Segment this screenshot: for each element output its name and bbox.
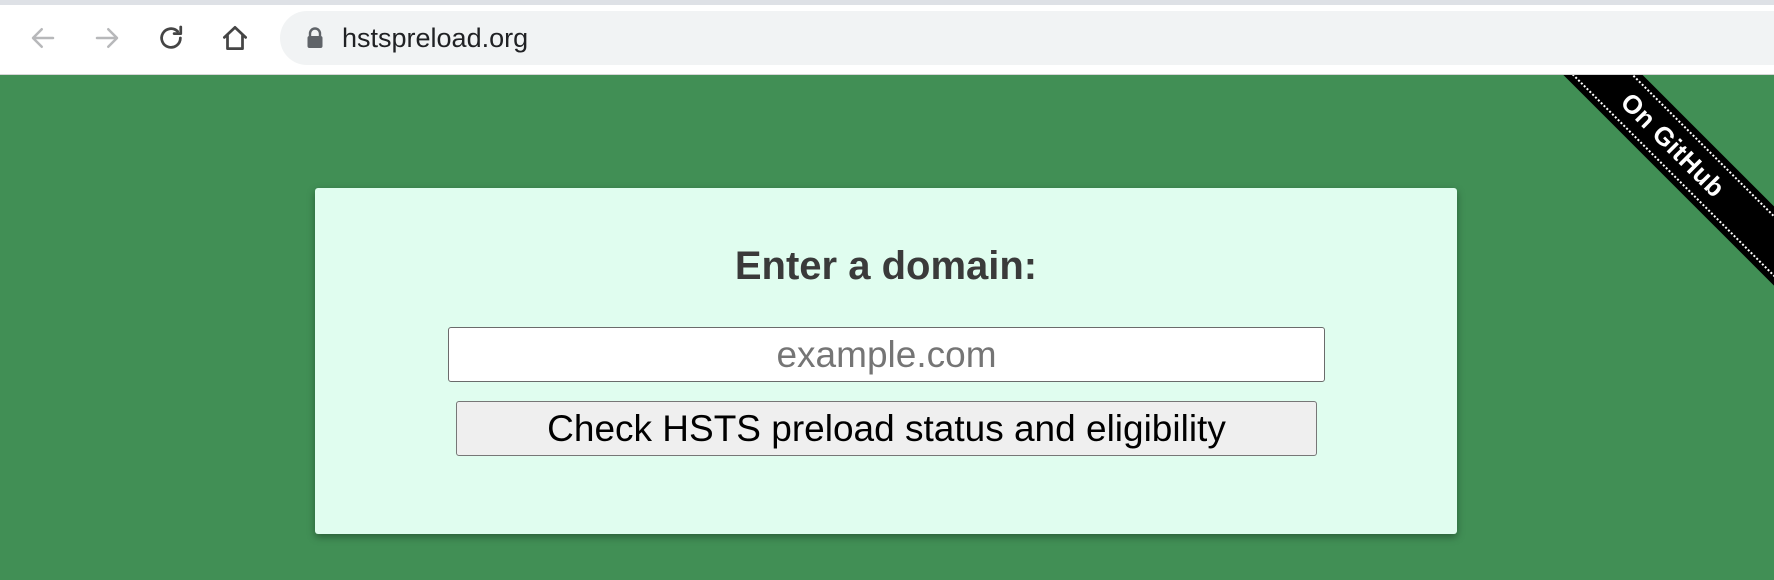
lock-icon[interactable] bbox=[306, 27, 324, 49]
reload-icon bbox=[160, 25, 183, 49]
tab-strip-edge bbox=[0, 0, 1774, 5]
address-bar[interactable]: hstspreload.org bbox=[280, 11, 1774, 65]
back-button[interactable] bbox=[23, 18, 63, 58]
github-ribbon[interactable]: On GitHub bbox=[1506, 75, 1774, 312]
reload-button[interactable] bbox=[151, 18, 191, 58]
home-icon bbox=[223, 26, 247, 50]
form-heading: Enter a domain: bbox=[734, 244, 1038, 288]
page-background: Enter a domain: Check HSTS preload statu… bbox=[0, 75, 1774, 580]
browser-toolbar: hstspreload.org bbox=[0, 0, 1774, 75]
domain-input[interactable] bbox=[448, 327, 1325, 382]
ribbon-label: On GitHub bbox=[1615, 86, 1732, 203]
forward-button[interactable] bbox=[87, 18, 127, 58]
home-button[interactable] bbox=[215, 18, 255, 58]
arrow-right-icon bbox=[95, 28, 119, 48]
arrow-left-icon bbox=[31, 28, 55, 48]
domain-form-card: Enter a domain: Check HSTS preload statu… bbox=[315, 188, 1457, 534]
url-text[interactable]: hstspreload.org bbox=[342, 23, 528, 54]
ribbon-border: On GitHub bbox=[1510, 75, 1774, 308]
check-status-button[interactable]: Check HSTS preload status and eligibilit… bbox=[456, 401, 1317, 456]
